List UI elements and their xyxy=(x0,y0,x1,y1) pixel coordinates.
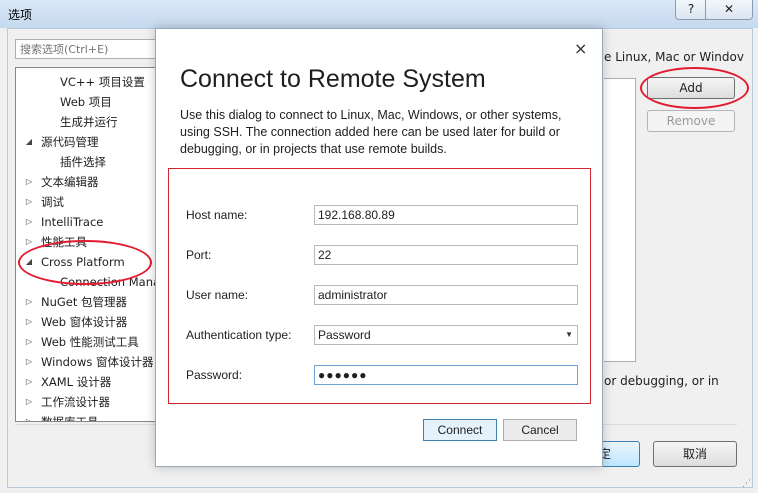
remove-connection-button[interactable]: Remove xyxy=(647,110,735,132)
resize-grip-icon[interactable]: ⋰ xyxy=(742,479,751,489)
tree-item-label: XAML 设计器 xyxy=(41,375,112,389)
tree-item-label: Windows 窗体设计器 xyxy=(41,355,154,369)
highlight-ellipse xyxy=(18,240,152,285)
dialog-close-icon[interactable]: × xyxy=(574,39,587,58)
window-close-button[interactable]: ✕ xyxy=(705,0,753,20)
cancel-button[interactable]: Cancel xyxy=(503,419,577,441)
auth-type-label: Authentication type: xyxy=(186,328,292,342)
dropdown-arrow-icon: ▼ xyxy=(565,330,573,339)
tree-item-label: 源代码管理 xyxy=(41,135,99,149)
user-name-field[interactable]: administrator xyxy=(314,285,578,305)
auth-type-select[interactable]: Password ▼ xyxy=(314,325,578,345)
auth-type-value: Password xyxy=(318,328,371,342)
options-cancel-button[interactable]: 取消 xyxy=(653,441,737,467)
password-label: Password: xyxy=(186,368,243,382)
user-name-label: User name: xyxy=(186,288,249,302)
host-name-label: Host name: xyxy=(186,208,248,222)
connection-help-text: or debugging, or in xyxy=(604,374,719,388)
highlight-ellipse xyxy=(640,67,749,109)
port-label: Port: xyxy=(186,248,212,262)
tree-item-label: Web 窗体设计器 xyxy=(41,315,128,329)
dialog-title: Connect to Remote System xyxy=(180,65,486,93)
tree-item-label: 调试 xyxy=(41,195,64,209)
tree-item-label: Web 性能测试工具 xyxy=(41,335,139,349)
connect-button[interactable]: Connect xyxy=(423,419,497,441)
tree-item-label: Web 项目 xyxy=(60,95,112,109)
tree-item-label: NuGet 包管理器 xyxy=(41,295,128,309)
expand-arrow-icon[interactable]: ▷ xyxy=(24,372,34,392)
window-title: 选项 xyxy=(8,8,33,22)
search-input[interactable] xyxy=(16,40,164,58)
tree-item-label: VC++ 项目设置 xyxy=(60,75,145,89)
help-button[interactable]: ? xyxy=(675,0,707,20)
tree-item-label: 生成并运行 xyxy=(60,115,118,129)
tree-item-label: 工作流设计器 xyxy=(41,395,110,409)
tree-item-label: 文本编辑器 xyxy=(41,175,99,189)
expand-arrow-icon[interactable]: ▷ xyxy=(24,172,34,192)
expand-arrow-icon[interactable]: ▷ xyxy=(24,392,34,412)
title-bar: 选项 ? ✕ xyxy=(0,0,758,28)
port-field[interactable]: 22 xyxy=(314,245,578,265)
tree-item-label: 插件选择 xyxy=(60,155,106,169)
expand-arrow-icon[interactable]: ▷ xyxy=(24,332,34,352)
expand-arrow-icon[interactable]: ▷ xyxy=(24,312,34,332)
expand-arrow-icon[interactable]: ▷ xyxy=(24,292,34,312)
expand-arrow-icon[interactable]: ▷ xyxy=(24,352,34,372)
expand-arrow-icon[interactable]: ▷ xyxy=(24,412,34,421)
password-field[interactable]: ●●●●●● xyxy=(314,365,578,385)
connection-manager-description: e Linux, Mac or Windov xyxy=(604,50,744,64)
search-field[interactable] xyxy=(15,39,165,59)
tree-item-label: IntelliTrace xyxy=(41,215,104,229)
tree-item-label: 数据库工具 xyxy=(41,415,99,422)
host-name-field[interactable]: 192.168.80.89 xyxy=(314,205,578,225)
connections-list[interactable] xyxy=(604,78,636,362)
connect-remote-dialog: × Connect to Remote System Use this dial… xyxy=(155,28,603,467)
connection-form: Host name: 192.168.80.89 Port: 22 User n… xyxy=(168,168,591,404)
collapse-arrow-icon[interactable]: ◢ xyxy=(24,132,34,152)
expand-arrow-icon[interactable]: ▷ xyxy=(24,212,34,232)
dialog-description: Use this dialog to connect to Linux, Mac… xyxy=(180,108,562,156)
expand-arrow-icon[interactable]: ▷ xyxy=(24,192,34,212)
